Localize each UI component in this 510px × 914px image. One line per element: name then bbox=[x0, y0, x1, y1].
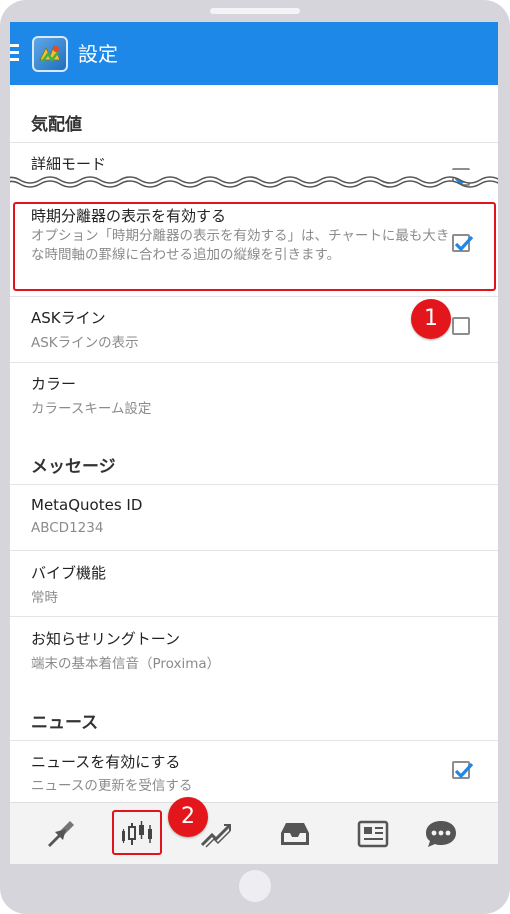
device-frame: 設定 気配値 詳細モード 時期分離器の表示を有効する オプション「時期分離器の表… bbox=[0, 0, 510, 914]
enable-news-checkbox[interactable] bbox=[452, 761, 474, 779]
section-title-news: ニュース bbox=[31, 713, 99, 733]
metaquotes-id-value: ABCD1234 bbox=[31, 520, 104, 536]
divider bbox=[10, 362, 498, 363]
device-speaker bbox=[210, 8, 300, 14]
divider bbox=[10, 616, 498, 617]
torn-edge-divider bbox=[10, 170, 498, 198]
divider bbox=[10, 740, 498, 741]
highlight-box bbox=[13, 202, 496, 291]
chat-bubble-icon[interactable] bbox=[424, 819, 458, 849]
colors-subtitle: カラースキーム設定 bbox=[31, 401, 152, 417]
ask-line-subtitle: ASKラインの表示 bbox=[31, 335, 139, 351]
newspaper-icon[interactable] bbox=[356, 819, 390, 849]
app-bar: 設定 bbox=[10, 22, 498, 85]
vibration-value: 常時 bbox=[31, 590, 58, 606]
enable-news-title[interactable]: ニュースを有効にする bbox=[31, 751, 180, 772]
ask-line-checkbox[interactable] bbox=[452, 317, 470, 335]
candlestick-chart-icon[interactable] bbox=[120, 819, 154, 849]
page-title: 設定 bbox=[78, 42, 118, 66]
inbox-tray-icon[interactable] bbox=[278, 819, 312, 849]
section-title-quotes: 気配値 bbox=[31, 115, 82, 135]
ringtone-value: 端末の基本着信音（Proxima） bbox=[31, 656, 221, 672]
vibration-title[interactable]: バイブ機能 bbox=[31, 562, 106, 583]
divider bbox=[10, 550, 498, 551]
hamburger-menu-icon[interactable] bbox=[10, 44, 20, 62]
annotation-badge-1: 1 bbox=[411, 299, 451, 339]
metaquotes-id-title[interactable]: MetaQuotes ID bbox=[31, 496, 142, 514]
enable-news-subtitle: ニュースの更新を受信する bbox=[31, 778, 193, 794]
metatrader-logo-icon[interactable] bbox=[32, 36, 68, 72]
divider bbox=[10, 296, 498, 297]
ask-line-title[interactable]: ASKライン bbox=[31, 307, 106, 328]
trade-arrows-icon[interactable] bbox=[44, 819, 78, 849]
device-home-button[interactable] bbox=[239, 870, 271, 902]
screen: 設定 気配値 詳細モード 時期分離器の表示を有効する オプション「時期分離器の表… bbox=[10, 22, 498, 864]
annotation-badge-2: 2 bbox=[168, 797, 208, 837]
bottom-navigation: 2 bbox=[10, 797, 498, 864]
colors-title[interactable]: カラー bbox=[31, 373, 76, 394]
section-title-messages: メッセージ bbox=[31, 457, 116, 477]
ringtone-title[interactable]: お知らせリングトーン bbox=[31, 628, 180, 649]
divider bbox=[10, 484, 498, 485]
divider bbox=[10, 142, 498, 143]
